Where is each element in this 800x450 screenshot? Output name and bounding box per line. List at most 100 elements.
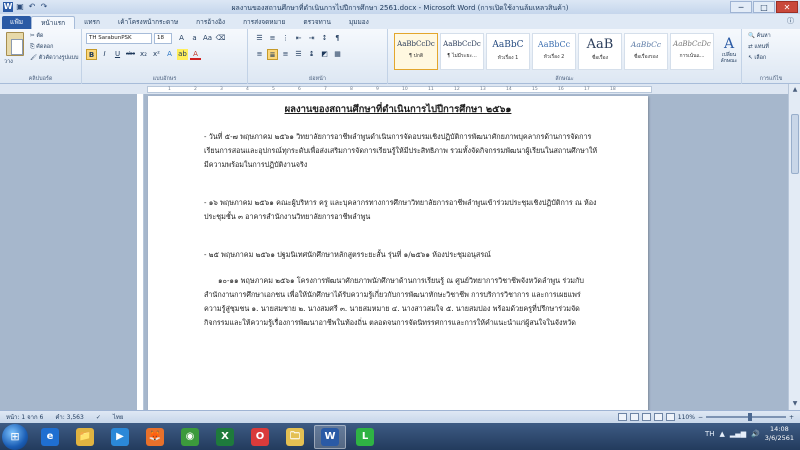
shading-icon[interactable]: ◩ bbox=[319, 49, 330, 60]
italic-button[interactable]: I bbox=[99, 49, 110, 60]
change-styles-button[interactable]: A เปลี่ยน ลักษณะ bbox=[718, 33, 740, 64]
style-normal[interactable]: AaBbCcDc ¶ ปกติ bbox=[394, 33, 438, 70]
zoom-level[interactable]: 110% bbox=[678, 414, 695, 421]
grow-font-icon[interactable]: A bbox=[176, 33, 187, 44]
underline-button[interactable]: U bbox=[112, 49, 123, 60]
start-button[interactable]: ⊞ bbox=[2, 423, 28, 450]
sort-icon[interactable]: ↕ bbox=[319, 33, 330, 44]
close-button[interactable]: ✕ bbox=[776, 1, 798, 13]
zoom-slider[interactable] bbox=[705, 413, 786, 421]
show-hidden-icons-icon[interactable]: ▲ bbox=[720, 430, 725, 438]
decrease-indent-icon[interactable]: ⇤ bbox=[293, 33, 304, 44]
cut-button[interactable]: ✂ ตัด bbox=[30, 32, 44, 40]
excel-icon[interactable]: X bbox=[209, 425, 241, 449]
select-button[interactable]: ↖ เลือก bbox=[748, 54, 766, 62]
minimize-button[interactable]: ─ bbox=[730, 1, 752, 13]
clear-format-icon[interactable]: ⌫ bbox=[215, 33, 226, 44]
scroll-up-icon[interactable]: ▲ bbox=[790, 85, 800, 95]
opera-icon[interactable]: O bbox=[244, 425, 276, 449]
word-count[interactable]: คำ: 3,563 bbox=[49, 412, 90, 422]
style-subtle-emphasis[interactable]: AaBbCcDc การเน้นแ... bbox=[670, 33, 714, 70]
bold-button[interactable]: B bbox=[86, 49, 97, 60]
paragraph-2[interactable]: - ๑๖ พฤษภาคม ๒๕๖๑ คณะผู้บริหาร ครู และบุ… bbox=[204, 196, 598, 224]
highlight-icon[interactable]: ab bbox=[177, 49, 188, 60]
media-player-icon[interactable]: ▶ bbox=[104, 425, 136, 449]
zoom-in-icon[interactable]: + bbox=[789, 414, 794, 421]
style-subtitle[interactable]: AaBbCc ชื่อเรื่องรอง bbox=[624, 33, 668, 70]
bullets-icon[interactable]: ☰ bbox=[254, 33, 265, 44]
style-no-spacing[interactable]: AaBbCcDc ¶ ไม่มีระยะ... bbox=[440, 33, 484, 70]
tab-insert[interactable]: แทรก bbox=[75, 16, 109, 29]
tab-page-layout[interactable]: เค้าโครงหน้ากระดาษ bbox=[109, 16, 187, 29]
tab-view[interactable]: มุมมอง bbox=[340, 16, 378, 29]
ie-icon[interactable]: e bbox=[34, 425, 66, 449]
font-size-select[interactable]: 18 bbox=[154, 33, 172, 44]
clock[interactable]: 14:08 3/6/2561 bbox=[765, 425, 794, 443]
zoom-slider-knob[interactable] bbox=[747, 413, 752, 421]
strikethrough-button[interactable]: abc bbox=[125, 49, 136, 60]
line-icon[interactable]: L bbox=[349, 425, 381, 449]
word-app-icon[interactable]: W bbox=[3, 2, 13, 12]
save-icon[interactable]: ▣ bbox=[15, 2, 25, 12]
paste-button[interactable]: วาง bbox=[4, 58, 13, 66]
page-count[interactable]: หน้า: 1 จาก 6 bbox=[0, 412, 49, 422]
shrink-font-icon[interactable]: a bbox=[189, 33, 200, 44]
superscript-button[interactable]: x² bbox=[151, 49, 162, 60]
find-button[interactable]: 🔍 ค้นหา bbox=[748, 32, 771, 40]
tab-review[interactable]: ตรวจทาน bbox=[294, 16, 340, 29]
scroll-down-icon[interactable]: ▼ bbox=[790, 399, 800, 409]
explorer-icon[interactable]: 📁 bbox=[69, 425, 101, 449]
change-case-icon[interactable]: Aa bbox=[202, 33, 213, 44]
undo-icon[interactable]: ↶ bbox=[27, 2, 37, 12]
align-left-icon[interactable]: ≡ bbox=[254, 49, 265, 60]
draft-icon[interactable] bbox=[665, 413, 675, 421]
increase-indent-icon[interactable]: ⇥ bbox=[306, 33, 317, 44]
justify-icon[interactable]: ☰ bbox=[293, 49, 304, 60]
full-screen-icon[interactable] bbox=[629, 413, 639, 421]
redo-icon[interactable]: ↷ bbox=[39, 2, 49, 12]
vertical-ruler[interactable] bbox=[137, 94, 144, 410]
style-heading-2[interactable]: AaBbCc หัวเรื่อง 2 bbox=[532, 33, 576, 70]
paragraph-4[interactable]: ๑๐-๑๑ พฤษภาคม ๒๕๖๑ โครงการพัฒนาศักยภาพนั… bbox=[204, 274, 598, 330]
font-name-select[interactable]: TH SarabunPSK bbox=[86, 33, 152, 44]
subscript-button[interactable]: x₂ bbox=[138, 49, 149, 60]
paste-icon[interactable] bbox=[6, 32, 24, 56]
volume-icon[interactable]: 🔊 bbox=[751, 430, 760, 438]
print-layout-icon[interactable] bbox=[617, 413, 627, 421]
paragraph-3[interactable]: - ๒๕ พฤษภาคม ๒๕๖๑ ปฐมนิเทศนักศึกษาหลักสู… bbox=[204, 248, 598, 262]
language-indicator[interactable]: ไทย bbox=[107, 412, 130, 422]
paragraph-1[interactable]: - วันที่ ๕-๗ พฤษภาคม ๒๕๖๑ วิทยาลัยการอาช… bbox=[204, 130, 598, 172]
language-indicator-tray[interactable]: TH bbox=[705, 430, 715, 438]
folder-icon[interactable]: 🗀 bbox=[279, 425, 311, 449]
line-spacing-icon[interactable]: ↨ bbox=[306, 49, 317, 60]
align-right-icon[interactable]: ≡ bbox=[280, 49, 291, 60]
style-title[interactable]: AaB ชื่อเรื่อง bbox=[578, 33, 622, 70]
word-icon[interactable]: W bbox=[314, 424, 346, 449]
font-color-button[interactable]: A bbox=[190, 49, 201, 60]
chrome-icon[interactable]: ◉ bbox=[174, 425, 206, 449]
network-icon[interactable]: ▂▄▆ bbox=[730, 430, 746, 438]
help-icon[interactable]: ⓘ bbox=[787, 16, 794, 26]
vertical-scrollbar[interactable]: ▲ ▼ bbox=[788, 84, 800, 410]
numbering-icon[interactable]: ≡ bbox=[267, 33, 278, 44]
format-painter-button[interactable]: 🖌 ตัวคัดวางรูปแบบ bbox=[30, 54, 78, 62]
borders-icon[interactable]: ▦ bbox=[332, 49, 343, 60]
style-heading-1[interactable]: AaBbC หัวเรื่อง 1 bbox=[486, 33, 530, 70]
zoom-out-icon[interactable]: − bbox=[698, 414, 703, 421]
proofing-icon[interactable]: ✓ bbox=[90, 414, 107, 421]
tab-mailings[interactable]: การส่งจดหมาย bbox=[234, 16, 294, 29]
outline-icon[interactable] bbox=[653, 413, 663, 421]
tab-file[interactable]: แฟ้ม bbox=[2, 16, 32, 29]
horizontal-ruler[interactable]: 1 2 3 4 5 6 7 8 9 10 11 12 13 14 15 16 17 18 bbox=[147, 86, 652, 93]
replace-button[interactable]: ⇄ แทนที่ bbox=[748, 43, 769, 51]
align-center-icon[interactable]: ≣ bbox=[267, 49, 278, 60]
scrollbar-thumb[interactable] bbox=[791, 114, 799, 174]
maximize-button[interactable]: □ bbox=[753, 1, 775, 13]
tab-references[interactable]: การอ้างอิง bbox=[187, 16, 234, 29]
multilevel-list-icon[interactable]: ⋮ bbox=[280, 33, 291, 44]
tab-home[interactable]: หน้าแรก bbox=[31, 16, 76, 29]
text-effects-button[interactable]: A bbox=[164, 49, 175, 60]
pilcrow-icon[interactable]: ¶ bbox=[332, 33, 343, 44]
copy-button[interactable]: ⎘ คัดลอก bbox=[30, 43, 53, 51]
firefox-icon[interactable]: 🦊 bbox=[139, 425, 171, 449]
